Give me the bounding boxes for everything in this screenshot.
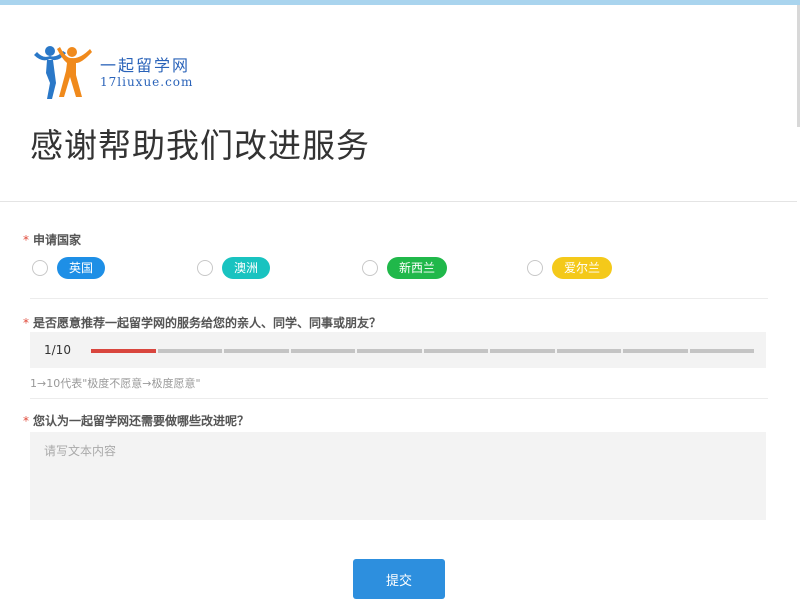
- logo-figures-icon: [34, 46, 92, 99]
- question-improve-text: 您认为一起留学网还需要做哪些改进呢？: [33, 414, 250, 428]
- section-divider: [30, 298, 768, 299]
- radio-button[interactable]: [362, 260, 378, 276]
- site-logo[interactable]: 一起留学网 17liuxue.com: [30, 43, 210, 101]
- rating-segment-8[interactable]: [556, 349, 621, 353]
- page-header: 一起留学网 17liuxue.com 感谢帮助我们改进服务: [0, 5, 797, 202]
- rating-segment-4[interactable]: [290, 349, 355, 353]
- rating-slider[interactable]: 1/10: [30, 332, 766, 368]
- rating-segment-3[interactable]: [224, 349, 289, 353]
- radio-option-australia[interactable]: 澳洲: [197, 257, 271, 279]
- rating-hint: 1→10代表"极度不愿意→极度愿意": [30, 377, 201, 390]
- rating-segment-2[interactable]: [157, 349, 222, 353]
- rating-segment-6[interactable]: [423, 349, 488, 353]
- required-marker: *: [23, 316, 29, 330]
- radio-button[interactable]: [32, 260, 48, 276]
- option-pill[interactable]: 英国: [57, 257, 106, 279]
- question-country-text: 申请国家: [33, 233, 82, 247]
- page-title: 感谢帮助我们改进服务: [30, 126, 370, 165]
- question-country-label: * 申请国家: [23, 231, 81, 248]
- question-improve-label: * 您认为一起留学网还需要做哪些改进呢？: [23, 412, 249, 429]
- section-divider: [30, 398, 768, 399]
- rating-segment-7[interactable]: [490, 349, 555, 353]
- required-marker: *: [23, 233, 29, 247]
- submit-button[interactable]: 提交: [353, 559, 445, 599]
- improvement-textarea[interactable]: [30, 432, 766, 520]
- rating-segment-1[interactable]: [91, 349, 156, 353]
- logo-text-en: 17liuxue.com: [100, 75, 194, 89]
- radio-button[interactable]: [527, 260, 543, 276]
- logo-text-cn: 一起留学网: [100, 56, 191, 75]
- question-recommend-text: 是否愿意推荐一起留学网的服务给您的亲人、同学、同事或朋友？: [33, 316, 382, 330]
- rating-segment-9[interactable]: [623, 349, 688, 353]
- question-recommend-label: * 是否愿意推荐一起留学网的服务给您的亲人、同学、同事或朋友？: [23, 314, 381, 331]
- radio-option-ireland[interactable]: 爱尔兰: [527, 257, 613, 279]
- rating-value: 1/10: [44, 343, 71, 357]
- required-marker: *: [23, 414, 29, 428]
- option-pill[interactable]: 新西兰: [387, 257, 448, 279]
- option-pill[interactable]: 澳洲: [222, 257, 271, 279]
- radio-option-new-zealand[interactable]: 新西兰: [362, 257, 448, 279]
- rating-segment-5[interactable]: [357, 349, 422, 353]
- radio-button[interactable]: [197, 260, 213, 276]
- radio-option-uk[interactable]: 英国: [32, 257, 106, 279]
- option-pill[interactable]: 爱尔兰: [552, 257, 613, 279]
- rating-segment-10[interactable]: [689, 349, 754, 353]
